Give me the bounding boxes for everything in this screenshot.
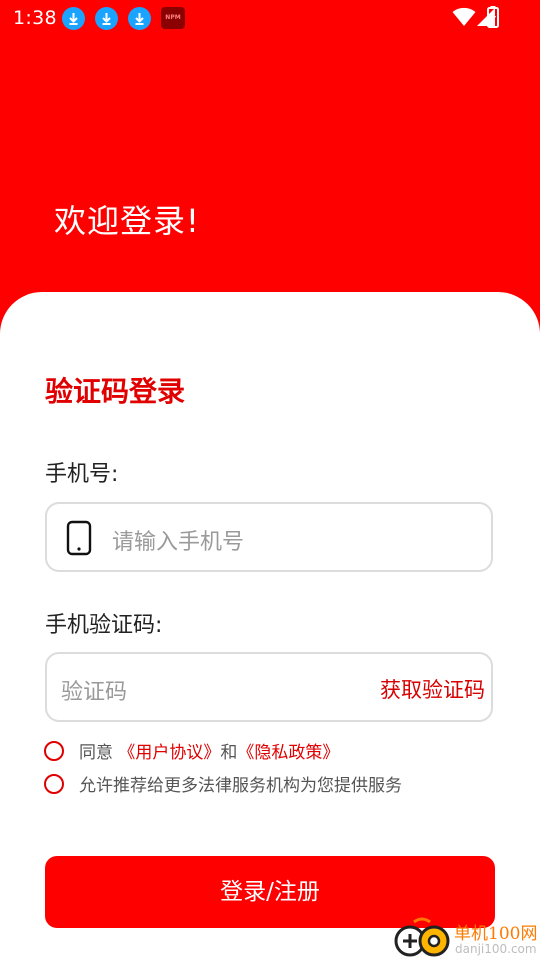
wifi-icon [452,7,476,31]
header-banner [0,0,540,340]
allow-recommend-label: 允许推荐给更多法律服务机构为您提供服务 [79,776,402,796]
phone-label: 手机号: [45,462,119,487]
download-icon [128,7,151,30]
phone-input[interactable]: 请输入手机号 [45,502,493,572]
battery-charging-icon [487,6,499,32]
download-icon [95,7,118,30]
smartphone-icon [65,520,93,560]
danji100-logo-icon [392,917,452,959]
site-watermark: 单机100网 danji100.com [392,915,538,960]
agree-and: 和 [220,743,238,763]
welcome-title: 欢迎登录! [54,202,200,240]
privacy-policy-link[interactable]: 《隐私政策》 [237,743,339,763]
watermark-name: 单机100网 [454,924,538,944]
code-input[interactable]: 验证码 获取验证码 [45,652,493,722]
agree-terms-radio[interactable] [44,740,64,761]
npm-app-icon: NPM [161,7,185,29]
download-icon [62,7,85,30]
code-placeholder: 验证码 [61,680,128,705]
phone-placeholder: 请输入手机号 [112,530,245,555]
get-code-button[interactable]: 获取验证码 [380,674,485,704]
code-label: 手机验证码: [45,613,163,638]
watermark-url: danji100.com [455,942,537,956]
user-agreement-link[interactable]: 《用户协议》 [118,743,220,763]
agree-prefix: 同意 [79,743,113,763]
page-title: 验证码登录 [45,375,186,408]
recommend-row: 允许推荐给更多法律服务机构为您提供服务 [44,771,402,796]
status-bar: 1:38 NPM [0,0,540,36]
agreement-row: 同意 《用户协议》和《隐私政策》 [44,738,339,763]
allow-recommend-radio[interactable] [44,773,64,794]
status-time: 1:38 [13,7,57,29]
